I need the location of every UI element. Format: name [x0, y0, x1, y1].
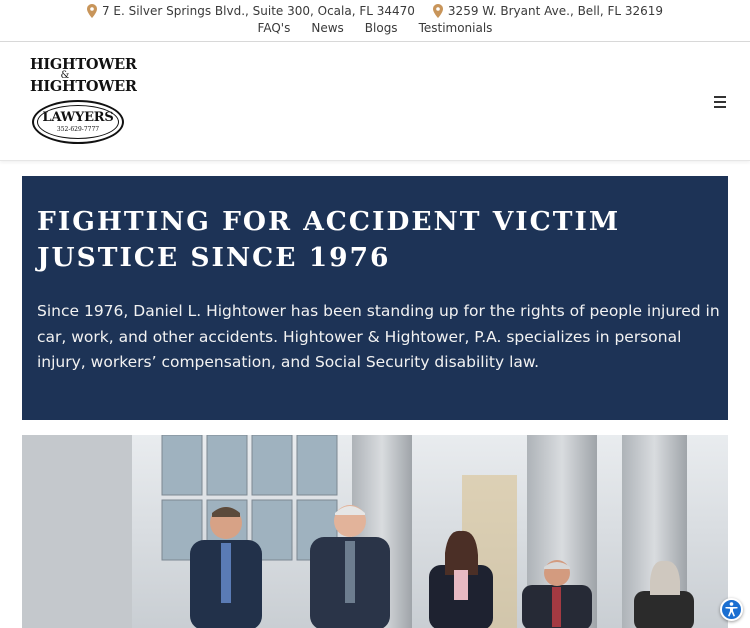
address-ocala[interactable]: 7 E. Silver Springs Blvd., Suite 300, Oc…: [86, 4, 415, 18]
utility-nav: FAQ's News Blogs Testimonials: [0, 21, 750, 35]
address-bell-text: 3259 W. Bryant Ave., Bell, FL 32619: [447, 4, 664, 18]
hero-banner: Fighting for Accident Victim Justice Sin…: [22, 176, 728, 420]
logo-phone: 352-629-7777: [56, 126, 100, 133]
nav-link-blogs[interactable]: Blogs: [365, 21, 398, 35]
address-ocala-text: 7 E. Silver Springs Blvd., Suite 300, Oc…: [101, 4, 415, 18]
address-row: 7 E. Silver Springs Blvd., Suite 300, Oc…: [0, 4, 750, 18]
logo-line-2: Hightower: [30, 78, 137, 95]
nav-link-testimonials[interactable]: Testimonials: [419, 21, 493, 35]
hero-description: Since 1976, Daniel L. Hightower has been…: [37, 302, 720, 371]
logo-badge-text: LAWYERS: [42, 110, 114, 125]
accessibility-icon[interactable]: [720, 598, 743, 621]
top-bar: 7 E. Silver Springs Blvd., Suite 300, Oc…: [0, 0, 750, 42]
team-photo-illustration: [22, 435, 728, 628]
nav-link-news[interactable]: News: [311, 21, 343, 35]
logo-badge: LAWYERS 352-629-7777: [32, 100, 124, 144]
map-pin-icon: [432, 4, 443, 18]
nav-link-faqs[interactable]: FAQ's: [258, 21, 291, 35]
address-bell[interactable]: 3259 W. Bryant Ave., Bell, FL 32619: [432, 4, 664, 18]
hamburger-menu-icon[interactable]: [714, 96, 727, 108]
firm-logo[interactable]: Hightower & Hightower LAWYERS 352-629-77…: [30, 56, 137, 149]
team-photo: [22, 435, 728, 628]
logo-line-1: Hightower: [30, 56, 137, 73]
map-pin-icon: [86, 4, 97, 18]
hero-title: Fighting for Accident Victim Justice Sin…: [37, 206, 621, 273]
site-header: Hightower & Hightower LAWYERS 352-629-77…: [0, 43, 750, 161]
accessibility-figure-icon: [725, 602, 738, 617]
